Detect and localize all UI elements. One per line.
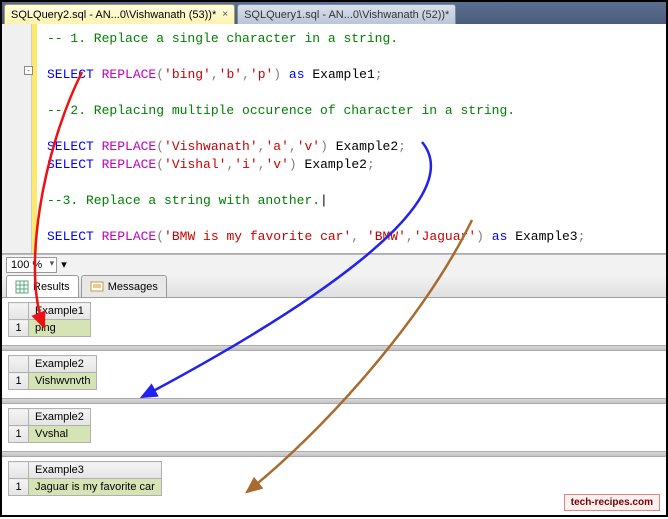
cell-value[interactable]: Jaguar is my favorite car xyxy=(29,479,162,496)
cell-value[interactable]: Vishwvnvth xyxy=(29,373,97,390)
tab-sqlquery2[interactable]: SQLQuery2.sql - AN...0\Vishwanath (53))*… xyxy=(4,4,235,24)
editor-gutter xyxy=(2,24,32,253)
corner-cell xyxy=(9,356,29,373)
dash-icon: ▾ xyxy=(61,258,67,271)
doc-tab-strip: SQLQuery2.sql - AN...0\Vishwanath (53))*… xyxy=(2,2,666,24)
col-header[interactable]: Example2 xyxy=(29,356,97,373)
result-grid-1[interactable]: Example1 1ping xyxy=(8,302,91,337)
tab-sqlquery1[interactable]: SQLQuery1.sql - AN...0\Vishwanath (52))* xyxy=(237,4,456,24)
results-panel: Example1 1ping Example2 1Vishwvnvth Exam… xyxy=(2,298,666,513)
row-number[interactable]: 1 xyxy=(9,479,29,496)
tab-label: SQLQuery1.sql - AN...0\Vishwanath (52))* xyxy=(244,9,449,21)
row-number[interactable]: 1 xyxy=(9,373,29,390)
grid-separator[interactable] xyxy=(2,398,666,404)
cell-value[interactable]: Vvshal xyxy=(29,426,91,443)
tab-label: Messages xyxy=(108,281,158,293)
zoom-bar: 100 % ▾ xyxy=(2,254,666,274)
results-tab-strip: Results Messages xyxy=(2,274,666,298)
zoom-combo[interactable]: 100 % xyxy=(6,257,57,273)
result-grid-2[interactable]: Example2 1Vishwvnvth xyxy=(8,355,97,390)
watermark: tech-recipes.com xyxy=(564,494,660,511)
row-number[interactable]: 1 xyxy=(9,426,29,443)
row-number[interactable]: 1 xyxy=(9,320,29,337)
code-editor[interactable]: - -- 1. Replace a single character in a … xyxy=(2,24,666,254)
tab-label: SQLQuery2.sql - AN...0\Vishwanath (53))* xyxy=(11,9,216,21)
corner-cell xyxy=(9,462,29,479)
corner-cell xyxy=(9,409,29,426)
corner-cell xyxy=(9,303,29,320)
tab-label: Results xyxy=(33,281,70,293)
col-header[interactable]: Example2 xyxy=(29,409,91,426)
grid-separator[interactable] xyxy=(2,345,666,351)
tab-results[interactable]: Results xyxy=(6,275,79,297)
grid-icon xyxy=(15,280,29,294)
result-grid-3[interactable]: Example2 1Vvshal xyxy=(8,408,91,443)
col-header[interactable]: Example3 xyxy=(29,462,162,479)
close-icon[interactable]: × xyxy=(222,9,228,20)
cell-value[interactable]: ping xyxy=(29,320,91,337)
messages-icon xyxy=(90,280,104,294)
tab-messages[interactable]: Messages xyxy=(81,275,167,297)
result-grid-4[interactable]: Example3 1Jaguar is my favorite car xyxy=(8,461,162,496)
grid-separator[interactable] xyxy=(2,451,666,457)
col-header[interactable]: Example1 xyxy=(29,303,91,320)
editor-text[interactable]: -- 1. Replace a single character in a st… xyxy=(37,24,666,253)
collapse-toggle-icon[interactable]: - xyxy=(24,66,33,75)
